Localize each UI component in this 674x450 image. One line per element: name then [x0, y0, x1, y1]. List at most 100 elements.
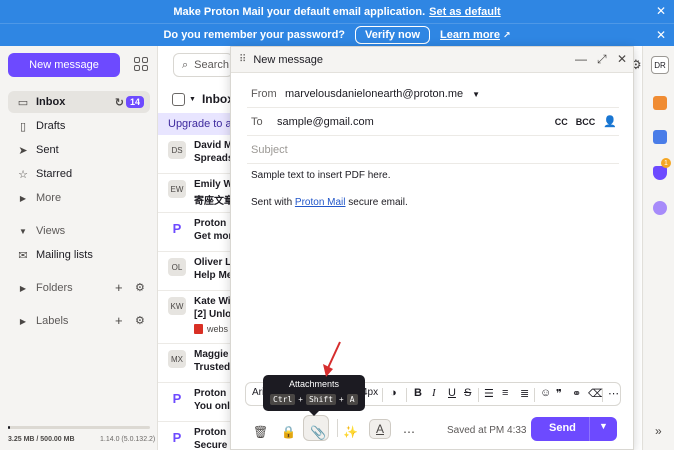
to-field[interactable]: sample@gmail.com — [277, 116, 374, 128]
more-options-icon[interactable]: ⋯ — [608, 387, 619, 400]
subject-field[interactable]: Subject — [251, 144, 288, 156]
composer-header[interactable]: ⠿ New message — ⤢ ✕ — [231, 47, 633, 73]
more-actions-icon[interactable]: ⋯ — [403, 425, 415, 439]
folder-settings-icon[interactable]: ⚙ — [135, 281, 145, 294]
list-item[interactable]: KW Kate Wil [2] Unlo webs — [158, 291, 232, 344]
sidebar-item-label: Inbox — [36, 96, 66, 108]
sidebar-item-mailing-lists[interactable]: ✉ Mailing lists — [8, 244, 150, 266]
link-icon[interactable]: ⚭ — [572, 387, 581, 400]
emoji-icon[interactable]: ☺ — [540, 387, 551, 399]
shortcut-key: A — [346, 394, 358, 405]
user-avatar[interactable]: DR — [651, 56, 669, 74]
send-options-chevron-icon[interactable]: ▼ — [599, 421, 608, 431]
add-contact-icon[interactable]: 👤 — [603, 115, 617, 128]
sidebar-item-sent[interactable]: ➤ Sent — [8, 139, 150, 161]
learn-more-link[interactable]: Learn more ↗ — [440, 29, 510, 41]
from-row: From marvelousdanielonearth@proton.me ▼ — [247, 80, 619, 108]
italic-icon[interactable]: I — [432, 387, 436, 399]
drag-handle-icon[interactable]: ⠿ — [239, 54, 246, 65]
list-item[interactable]: P Proton You only — [158, 383, 232, 422]
text-format-toggle-icon[interactable]: A — [369, 419, 392, 439]
signature-line[interactable]: Sent with Proton Mail secure email. — [251, 197, 408, 208]
shortcut-key: Shift — [305, 394, 337, 405]
sidebar-item-drafts[interactable]: ▯ Drafts — [8, 115, 150, 137]
from-address-select[interactable]: marvelousdanielonearth@proton.me ▼ — [285, 88, 480, 100]
list-item[interactable]: P Proton Get more — [158, 213, 232, 252]
learn-more-label[interactable]: Learn more — [440, 29, 500, 41]
chevron-right-icon: ▶ — [19, 283, 27, 293]
shield-icon[interactable] — [653, 166, 667, 180]
draft-saved-status: Saved at PM 4:33 — [447, 425, 527, 436]
bullet-list-icon[interactable]: ☰ — [484, 387, 494, 400]
toolbar-divider — [406, 388, 407, 402]
select-all-checkbox[interactable] — [172, 92, 185, 106]
list-item[interactable]: P Proton Secure — [158, 422, 232, 450]
default-app-banner-text: Make Proton Mail your default email appl… — [173, 5, 426, 18]
avatar: EW — [168, 180, 186, 198]
minimize-icon[interactable]: — — [575, 52, 587, 66]
collapse-rail-icon[interactable]: » — [655, 424, 662, 438]
search-input[interactable]: ⌕ Search — [173, 53, 233, 77]
new-message-button[interactable]: New message — [8, 53, 120, 77]
cc-button[interactable]: CC — [555, 117, 568, 127]
sender-name: David M — [194, 140, 232, 151]
trash-icon[interactable]: 🗑 — [253, 425, 268, 439]
paperclip-icon[interactable]: 📎 — [310, 425, 326, 441]
align-icon[interactable]: ≣ — [520, 387, 529, 400]
body-line[interactable]: Sample text to insert PDF here. — [251, 170, 391, 181]
ai-writer-icon[interactable]: ✨ — [343, 425, 358, 439]
subject-row[interactable]: Subject — [247, 136, 619, 164]
upgrade-banner[interactable]: Upgrade to add — [158, 113, 232, 135]
apps-grid-icon[interactable] — [134, 57, 148, 71]
search-icon: ⌕ — [182, 58, 189, 71]
label-settings-icon[interactable]: ⚙ — [135, 314, 145, 327]
sidebar-item-more[interactable]: ▶ More — [8, 187, 150, 209]
add-folder-icon[interactable]: + — [115, 280, 123, 295]
proton-mail-link[interactable]: Proton Mail — [295, 197, 346, 208]
bold-icon[interactable]: B — [414, 387, 422, 399]
add-label-icon[interactable]: + — [115, 313, 123, 328]
to-row: To sample@gmail.com CC BCC 👤 — [247, 108, 619, 136]
close-banner-icon[interactable]: ✕ — [656, 28, 666, 42]
underline-icon[interactable]: U — [448, 387, 456, 399]
attachment-chip[interactable]: webs — [194, 324, 228, 334]
sidebar-section-labels[interactable]: ▶ Labels — [8, 310, 150, 332]
toolbar-divider — [534, 388, 535, 402]
lock-icon[interactable]: 🔒 — [281, 425, 296, 439]
from-label: From — [251, 87, 277, 100]
attachment-name: webs — [207, 324, 229, 334]
refresh-icon[interactable]: ↻ — [115, 96, 124, 109]
contrast-icon[interactable]: ◑ — [390, 387, 397, 399]
close-icon[interactable]: ✕ — [617, 52, 627, 66]
calendar-icon[interactable] — [653, 130, 667, 144]
close-banner-icon[interactable]: ✕ — [656, 4, 666, 18]
avatar: OL — [168, 258, 186, 276]
sender-name: Emily We — [194, 179, 232, 190]
quote-icon[interactable]: ❞ — [556, 387, 562, 400]
sidebar-section-folders[interactable]: ▶ Folders — [8, 277, 150, 299]
avatar: MX — [168, 350, 186, 368]
wallet-icon[interactable] — [653, 201, 667, 215]
verify-now-button[interactable]: Verify now — [355, 26, 431, 44]
message-subject: Help Me — [194, 270, 232, 281]
chevron-down-icon[interactable]: ▼ — [189, 96, 196, 103]
send-button[interactable]: Send ▼ — [531, 417, 617, 441]
notification-badge: 1 — [661, 158, 671, 168]
list-item[interactable]: DS David M Spreads — [158, 135, 232, 174]
sidebar-section-views[interactable]: ▼ Views — [8, 220, 150, 242]
bcc-button[interactable]: BCC — [576, 117, 596, 127]
contacts-icon[interactable] — [653, 96, 667, 110]
sidebar-item-starred[interactable]: ☆ Starred — [8, 163, 150, 185]
message-subject: Trusted — [194, 362, 231, 373]
sidebar-item-inbox[interactable]: ▭ Inbox ↻ 14 — [8, 91, 150, 113]
numbered-list-icon[interactable]: ≡ — [502, 387, 508, 399]
expand-icon[interactable]: ⤢ — [597, 52, 607, 67]
set-as-default-link[interactable]: Set as default — [429, 6, 501, 18]
chevron-right-icon: ▶ — [19, 193, 27, 203]
message-subject: Spreads — [194, 153, 232, 164]
list-item[interactable]: MX Maggie Trusted — [158, 344, 232, 383]
list-item[interactable]: EW Emily We 寄座文章 — [158, 174, 232, 213]
strikethrough-icon[interactable]: S — [464, 387, 471, 399]
list-item[interactable]: OL Oliver Le Help Me — [158, 252, 232, 291]
storage-usage-fill — [8, 426, 11, 429]
